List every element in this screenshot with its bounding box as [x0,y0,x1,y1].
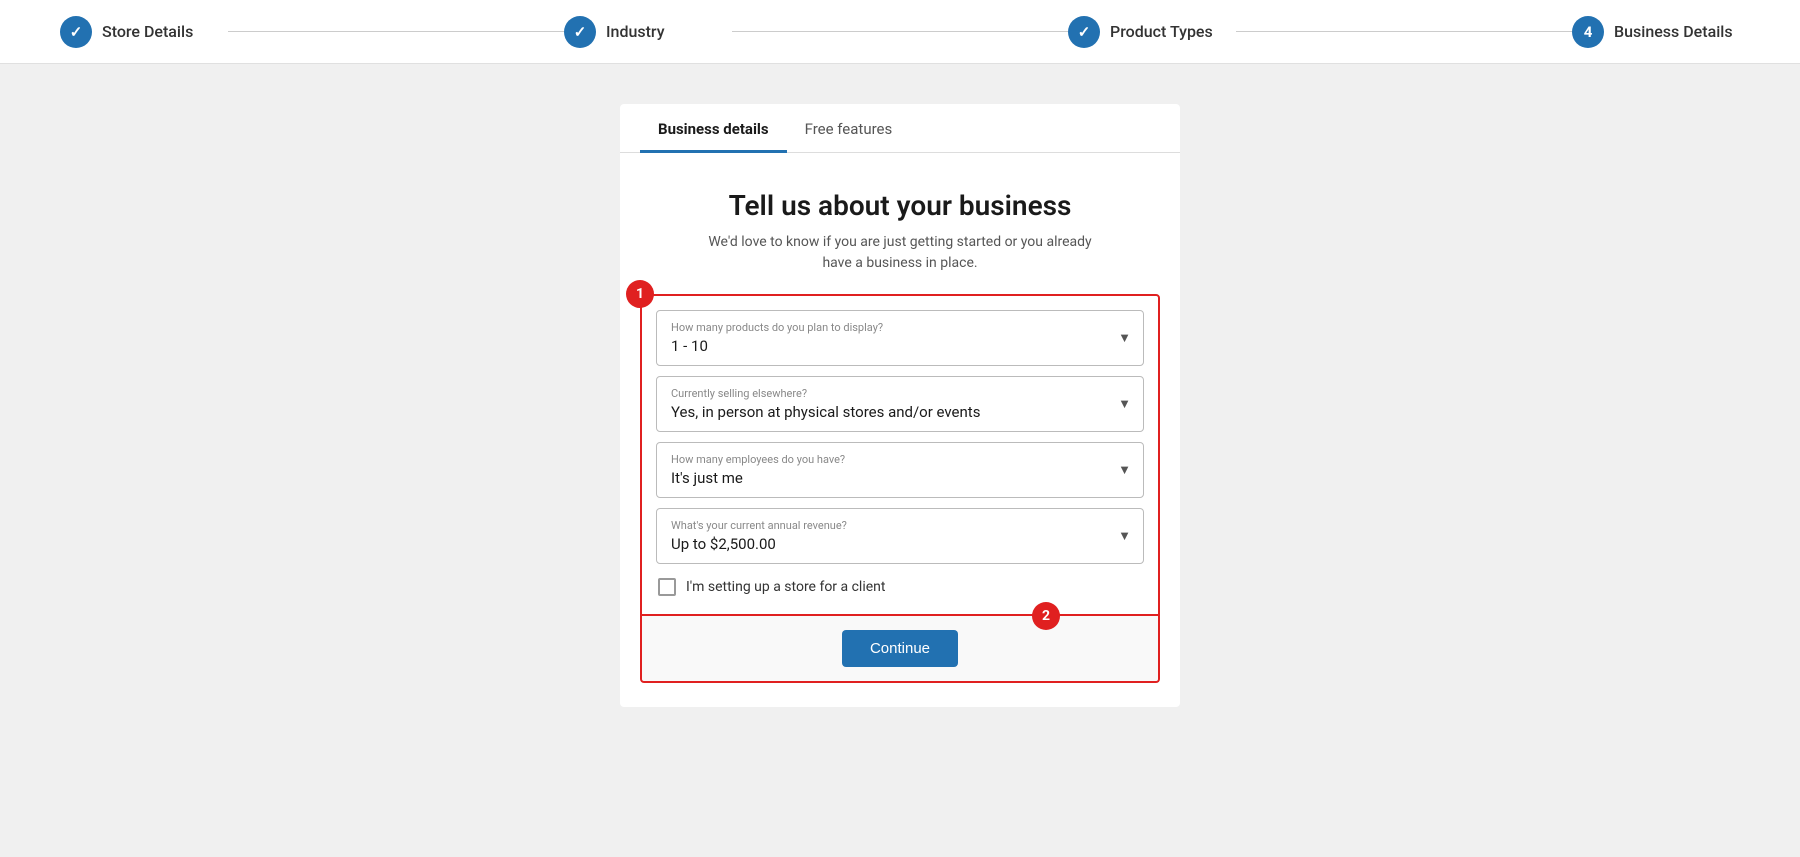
products-count-arrow-icon: ▼ [1118,330,1131,346]
selling-elsewhere-arrow-icon: ▼ [1118,396,1131,412]
step-industry-label: Industry [606,22,665,41]
tabs-container: Business details Free features [620,104,1180,153]
selling-elsewhere-label: Currently selling elsewhere? [671,387,1129,400]
selling-elsewhere-select[interactable]: Currently selling elsewhere? Yes, in per… [656,376,1144,432]
page-title: Tell us about your business [660,189,1140,222]
step-business-details: 4 Business Details [1572,16,1740,48]
selling-elsewhere-value: Yes, in person at physical stores and/or… [671,403,1129,421]
step-industry-icon: ✓ [564,16,596,48]
client-checkbox-row[interactable]: I'm setting up a store for a client [656,578,1144,596]
client-checkbox[interactable] [658,578,676,596]
tab-business-details[interactable]: Business details [640,104,787,153]
products-count-label: How many products do you plan to display… [671,321,1129,334]
annual-revenue-arrow-icon: ▼ [1118,528,1131,544]
stepper: ✓ Store Details ✓ Industry ✓ Product Typ… [0,0,1800,64]
page-subtitle: We'd love to know if you are just gettin… [700,232,1100,274]
continue-border: Continue [640,616,1160,683]
step-product-types-icon: ✓ [1068,16,1100,48]
page-heading: Tell us about your business We'd love to… [620,153,1180,294]
badge-1: 1 [626,280,654,308]
annual-revenue-value: Up to $2,500.00 [671,535,1129,553]
step-store-details-icon: ✓ [60,16,92,48]
main-content: Business details Free features Tell us a… [0,64,1800,857]
client-checkbox-label: I'm setting up a store for a client [686,579,885,595]
products-count-value: 1 - 10 [671,337,1129,355]
step-store-details: ✓ Store Details [60,16,228,48]
step-industry: ✓ Industry [564,16,732,48]
form-border: How many products do you plan to display… [640,294,1160,616]
employees-arrow-icon: ▼ [1118,462,1131,478]
step-divider-3 [1236,31,1572,32]
products-count-select[interactable]: How many products do you plan to display… [656,310,1144,366]
continue-section-wrapper: 2 Continue [640,616,1160,683]
tab-free-features[interactable]: Free features [787,104,911,153]
annual-revenue-select[interactable]: What's your current annual revenue? Up t… [656,508,1144,564]
step-store-details-label: Store Details [102,22,193,41]
step-divider-1 [228,31,564,32]
form-card: Business details Free features Tell us a… [620,104,1180,707]
step-divider-2 [732,31,1068,32]
continue-button[interactable]: Continue [842,630,958,667]
employees-value: It's just me [671,469,1129,487]
step-product-types: ✓ Product Types [1068,16,1236,48]
step-business-details-icon: 4 [1572,16,1604,48]
employees-label: How many employees do you have? [671,453,1129,466]
step-product-types-label: Product Types [1110,22,1213,41]
form-section-wrapper: 1 How many products do you plan to displ… [640,294,1160,616]
badge-2: 2 [1032,602,1060,630]
annual-revenue-label: What's your current annual revenue? [671,519,1129,532]
employees-select[interactable]: How many employees do you have? It's jus… [656,442,1144,498]
step-business-details-label: Business Details [1614,22,1733,41]
